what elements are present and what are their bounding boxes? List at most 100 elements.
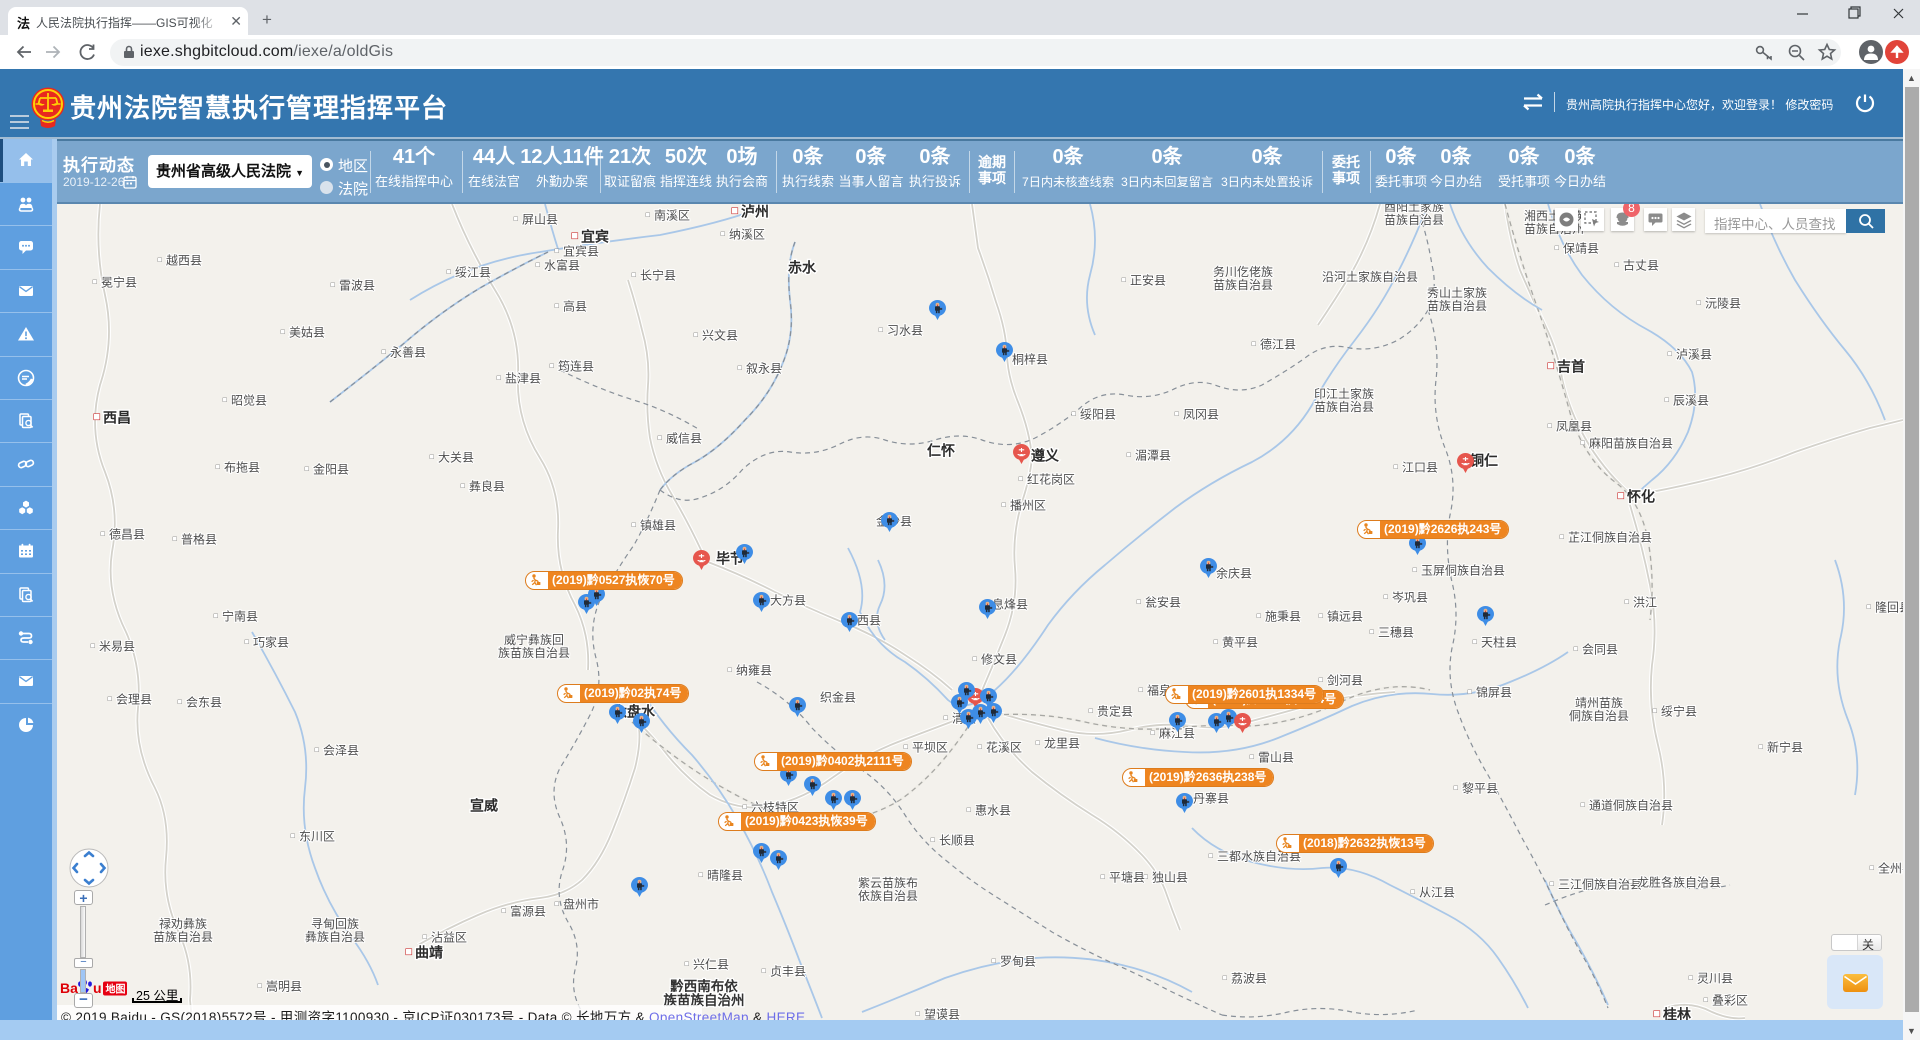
svg-text:余庆县: 余庆县 xyxy=(1216,566,1252,581)
svg-text:凤凰县: 凤凰县 xyxy=(1556,420,1592,434)
svg-text:苗族自治县: 苗族自治县 xyxy=(1314,400,1374,414)
svg-text:剑河县: 剑河县 xyxy=(1327,673,1363,688)
svg-text:灵川县: 灵川县 xyxy=(1697,972,1733,986)
svg-text:兴仁县: 兴仁县 xyxy=(693,958,729,972)
svg-text:晴隆县: 晴隆县 xyxy=(707,868,743,883)
svg-text:播州区: 播州区 xyxy=(1010,499,1046,513)
svg-text:彝良县: 彝良县 xyxy=(469,479,505,494)
svg-text:布拖县: 布拖县 xyxy=(224,461,260,475)
svg-text:务川仡佬族: 务川仡佬族 xyxy=(1213,264,1273,279)
svg-text:镇远县: 镇远县 xyxy=(1327,610,1363,624)
svg-text:黔西南布依: 黔西南布依 xyxy=(670,978,738,994)
svg-text:修文县: 修文县 xyxy=(981,652,1017,667)
svg-text:红花岗区: 红花岗区 xyxy=(1027,472,1075,487)
svg-text:天柱县: 天柱县 xyxy=(1481,635,1517,650)
svg-text:永善县: 永善县 xyxy=(390,345,426,360)
svg-text:麻阳苗族自治县: 麻阳苗族自治县 xyxy=(1589,436,1673,451)
svg-text:宜宾县: 宜宾县 xyxy=(563,244,599,259)
svg-text:东川区: 东川区 xyxy=(299,830,335,844)
svg-text:玉屏侗族自治县: 玉屏侗族自治县 xyxy=(1421,564,1505,578)
svg-text:威宁彝族回: 威宁彝族回 xyxy=(504,632,564,647)
svg-text:沾益区: 沾益区 xyxy=(431,931,467,945)
svg-text:平塘县: 平塘县 xyxy=(1109,870,1145,885)
svg-text:盘州市: 盘州市 xyxy=(563,897,599,912)
svg-text:三穗县: 三穗县 xyxy=(1378,626,1414,640)
svg-text:望谟县: 望谟县 xyxy=(924,1008,960,1021)
svg-text:宜宾: 宜宾 xyxy=(581,229,609,245)
svg-text:美姑县: 美姑县 xyxy=(289,326,325,340)
svg-text:叙永县: 叙永县 xyxy=(746,362,782,376)
svg-text:全州县: 全州县 xyxy=(1878,861,1903,876)
svg-text:花溪区: 花溪区 xyxy=(986,740,1022,755)
svg-text:水富县: 水富县 xyxy=(544,258,580,273)
svg-text:秀山土家族: 秀山土家族 xyxy=(1427,285,1487,300)
svg-text:u: u xyxy=(93,980,102,996)
svg-text:罗甸县: 罗甸县 xyxy=(1000,955,1036,969)
svg-text:巧家县: 巧家县 xyxy=(253,635,289,650)
svg-text:锦屏县: 锦屏县 xyxy=(1476,686,1512,700)
svg-text:彝族自治县: 彝族自治县 xyxy=(305,929,365,944)
svg-text:叠彩区: 叠彩区 xyxy=(1712,994,1748,1008)
svg-text:兴文县: 兴文县 xyxy=(702,328,738,343)
svg-text:苗族自治县: 苗族自治县 xyxy=(1427,299,1487,313)
svg-text:织金县: 织金县 xyxy=(820,690,856,705)
svg-text:沿河土家族自治县: 沿河土家族自治县 xyxy=(1322,269,1418,284)
svg-text:地图: 地图 xyxy=(106,982,126,995)
svg-text:惠水县: 惠水县 xyxy=(975,804,1011,818)
svg-text:贵定县: 贵定县 xyxy=(1097,704,1133,719)
svg-text:印江土家族: 印江土家族 xyxy=(1314,386,1374,401)
svg-text:遵义: 遵义 xyxy=(1031,448,1059,464)
svg-text:长宁县: 长宁县 xyxy=(640,268,676,283)
svg-text:德江县: 德江县 xyxy=(1260,337,1296,352)
svg-text:紫云苗族布: 紫云苗族布 xyxy=(858,876,918,890)
svg-text:绥宁县: 绥宁县 xyxy=(1661,704,1697,719)
svg-text:赤水: 赤水 xyxy=(788,260,817,276)
svg-text:桂林: 桂林 xyxy=(1662,1007,1691,1021)
svg-text:苗族自治县: 苗族自治县 xyxy=(153,930,213,944)
svg-text:屏山县: 屏山县 xyxy=(522,213,558,227)
svg-text:盐津县: 盐津县 xyxy=(505,372,541,386)
svg-text:大方县: 大方县 xyxy=(770,593,806,608)
svg-text:龙胜各族自治县: 龙胜各族自治县 xyxy=(1637,875,1721,890)
svg-text:富源县: 富源县 xyxy=(510,904,546,919)
svg-text:正安县: 正安县 xyxy=(1130,273,1166,288)
svg-text:会同县: 会同县 xyxy=(1582,643,1618,657)
svg-text:雷山县: 雷山县 xyxy=(1258,751,1294,765)
svg-text:纳溪区: 纳溪区 xyxy=(729,228,765,242)
svg-text:习水县: 习水县 xyxy=(887,324,923,338)
svg-text:越西县: 越西县 xyxy=(166,254,202,268)
svg-text:依族自治县: 依族自治县 xyxy=(858,888,918,903)
svg-text:从江县: 从江县 xyxy=(1419,886,1455,900)
svg-text:丹寨县: 丹寨县 xyxy=(1193,791,1229,806)
svg-text:隆回县: 隆回县 xyxy=(1875,600,1903,615)
svg-text:筠连县: 筠连县 xyxy=(558,359,594,374)
svg-text:曲靖: 曲靖 xyxy=(415,945,443,961)
svg-text:禄劝彝族: 禄劝彝族 xyxy=(159,916,207,931)
svg-text:绥江县: 绥江县 xyxy=(455,266,491,280)
svg-text:凤冈县: 凤冈县 xyxy=(1183,408,1219,422)
svg-text:施秉县: 施秉县 xyxy=(1265,610,1301,624)
svg-text:德昌县: 德昌县 xyxy=(109,527,145,542)
svg-text:岑巩县: 岑巩县 xyxy=(1392,591,1428,605)
svg-text:通道侗族自治县: 通道侗族自治县 xyxy=(1589,799,1673,813)
svg-text:黄平县: 黄平县 xyxy=(1222,636,1258,650)
svg-text:普格县: 普格县 xyxy=(181,532,217,547)
svg-text:会理县: 会理县 xyxy=(116,693,152,707)
svg-text:会东县: 会东县 xyxy=(186,696,222,710)
svg-text:仁怀: 仁怀 xyxy=(927,443,955,459)
svg-text:三江侗族自治县: 三江侗族自治县 xyxy=(1558,878,1642,892)
svg-text:雷波县: 雷波县 xyxy=(339,279,375,293)
svg-text:古丈县: 古丈县 xyxy=(1623,258,1659,273)
svg-text:荔波县: 荔波县 xyxy=(1231,972,1267,986)
svg-text:米易县: 米易县 xyxy=(99,640,135,654)
svg-text:新宁县: 新宁县 xyxy=(1767,740,1803,755)
svg-text:靖州苗族: 靖州苗族 xyxy=(1575,696,1623,710)
svg-text:泸州: 泸州 xyxy=(741,204,769,220)
svg-text:息烽县: 息烽县 xyxy=(992,597,1028,612)
svg-text:侗族自治县: 侗族自治县 xyxy=(1569,709,1629,723)
svg-text:西昌: 西昌 xyxy=(103,410,131,426)
svg-text:独山县: 独山县 xyxy=(1152,871,1188,885)
svg-text:嵩明县: 嵩明县 xyxy=(266,980,302,994)
svg-text:辰溪县: 辰溪县 xyxy=(1673,394,1709,408)
svg-text:金阳县: 金阳县 xyxy=(313,462,349,477)
